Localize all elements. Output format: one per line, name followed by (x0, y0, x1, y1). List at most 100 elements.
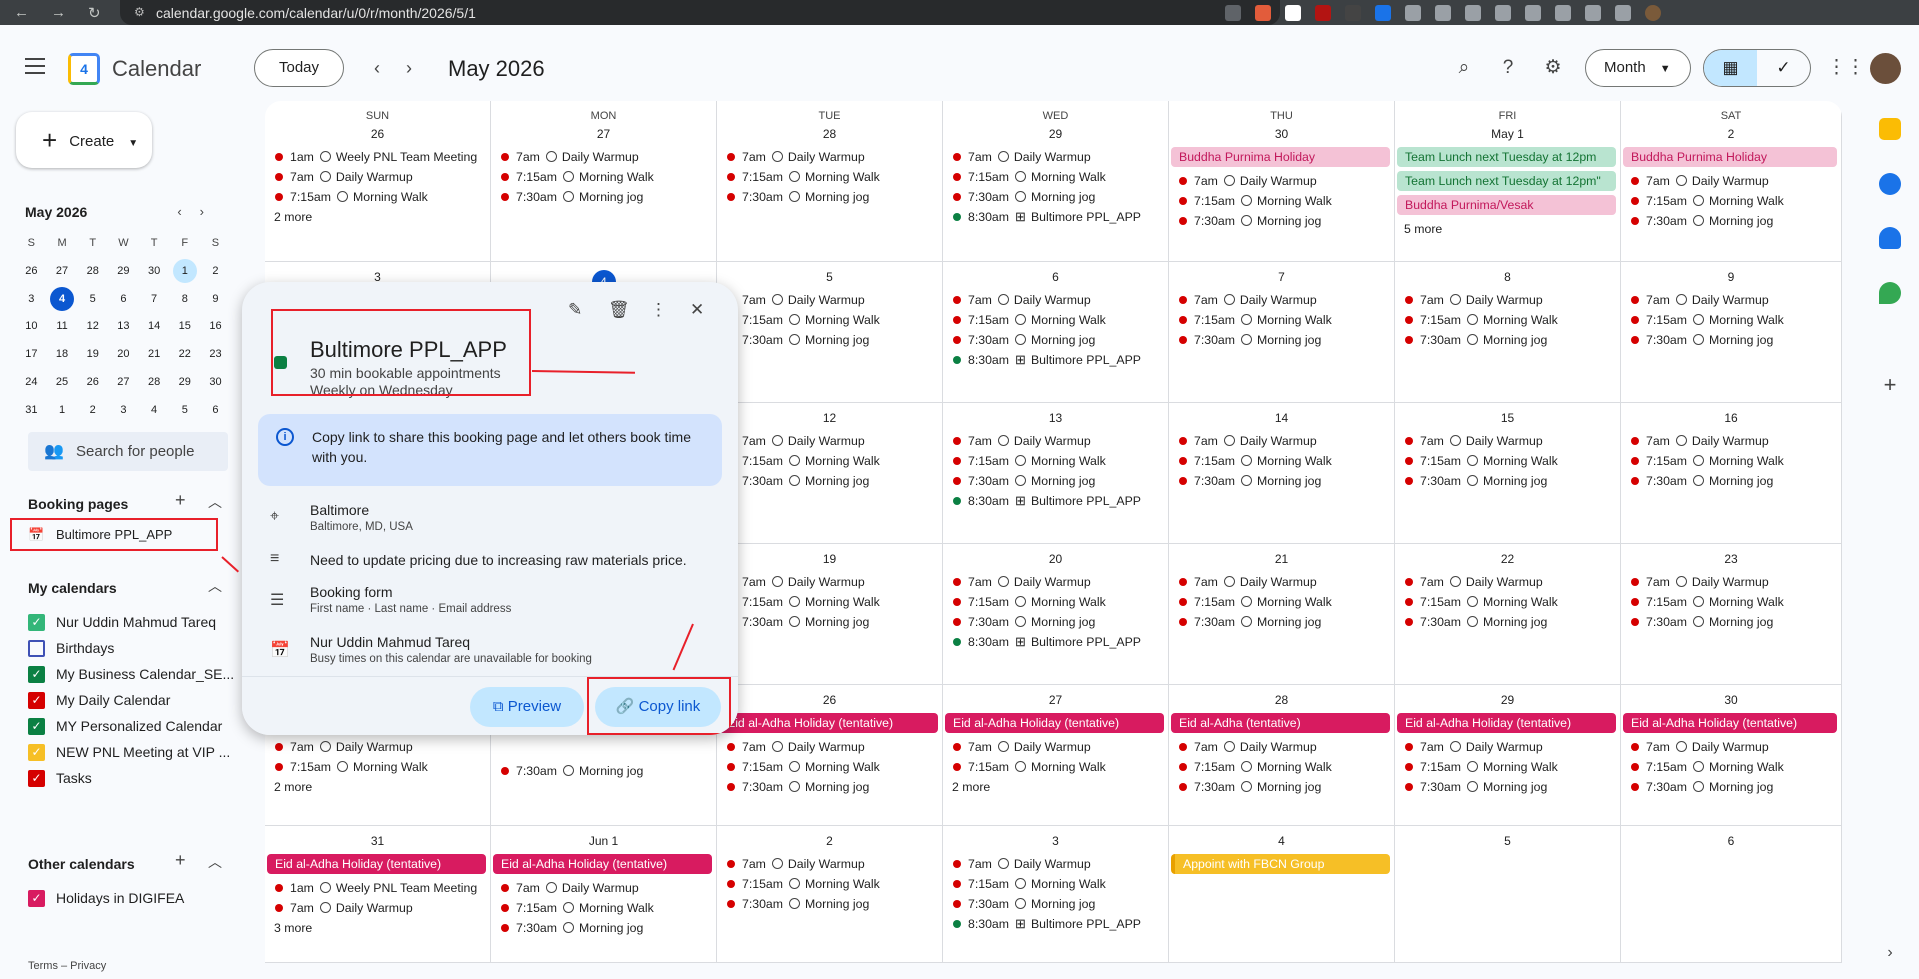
event-chip[interactable]: 7am Daily Warmup (953, 290, 1166, 310)
day-number[interactable]: 26 (717, 693, 942, 707)
event-chip[interactable]: 7am Daily Warmup (1405, 737, 1618, 757)
day-number[interactable]: 12 (717, 411, 942, 425)
calendar-view-icon[interactable]: ▦ (1704, 50, 1757, 86)
code-icon[interactable] (1555, 4, 1571, 21)
event-chip[interactable]: 7:30am Morning jog (727, 612, 940, 632)
event-chip[interactable]: 7:15am Morning Walk (727, 167, 940, 187)
all-day-event[interactable]: Buddha Purnima Holiday (1171, 147, 1390, 167)
contacts-icon[interactable] (1879, 227, 1901, 249)
event-chip[interactable]: 8:30am ⊞ Bultimore PPL_APP (953, 914, 1166, 934)
tasks-icon[interactable] (1879, 173, 1901, 195)
mini-date[interactable]: 28 (77, 258, 108, 286)
day-cell[interactable]: MON 27 7am Daily Warmup 7:15am Morning Walk 7:… (491, 101, 717, 262)
day-cell[interactable]: 26 Eid al-Adha Holiday (tentative) 7am Dail… (717, 685, 943, 826)
mini-date[interactable]: 22 (169, 341, 200, 369)
event-chip[interactable]: 7am Daily Warmup (727, 737, 940, 757)
event-chip[interactable]: 7:30am Morning jog (953, 612, 1166, 632)
event-chip[interactable]: 7:15am Morning Walk (727, 874, 940, 894)
all-day-event[interactable]: Buddha Purnima Holiday (1623, 147, 1837, 167)
event-chip[interactable]: 7:30am Morning jog (1179, 330, 1392, 350)
event-chip[interactable]: 7:30am Morning jog (953, 187, 1166, 207)
day-number[interactable]: Jun 1 (491, 834, 716, 848)
event-chip[interactable]: 7:15am Morning Walk (727, 451, 940, 471)
event-chip[interactable]: 7am Daily Warmup (1405, 572, 1618, 592)
event-chip[interactable]: 7am Daily Warmup (727, 290, 940, 310)
event-chip[interactable]: 7:15am Morning Walk (1631, 191, 1839, 211)
day-number[interactable]: 5 (717, 270, 942, 284)
search-icon[interactable]: ⌕ (1453, 57, 1475, 79)
mini-next-icon[interactable]: › (200, 204, 222, 219)
event-chip[interactable]: 7:30am Morning jog (953, 330, 1166, 350)
mini-date[interactable]: 7 (139, 286, 170, 314)
day-cell[interactable]: TUE 28 7am Daily Warmup 7:15am Morning Walk 7:… (717, 101, 943, 262)
mini-date[interactable]: 5 (169, 397, 200, 425)
event-chip[interactable]: 7am Daily Warmup (501, 147, 714, 167)
event-chip[interactable]: 7am Daily Warmup (1405, 431, 1618, 451)
event-chip[interactable]: 7:30am Morning jog (1631, 777, 1839, 797)
checkbox-icon[interactable]: ✓ (28, 889, 45, 907)
forward-icon[interactable]: → (51, 4, 66, 22)
day-cell[interactable]: 14 7am Daily Warmup 7:15am Morning Walk 7:30a… (1169, 403, 1395, 544)
mini-date[interactable]: 4 (47, 286, 78, 314)
event-chip[interactable]: 8:30am ⊞ Bultimore PPL_APP (953, 350, 1166, 370)
help-icon[interactable]: ? (1497, 57, 1519, 79)
mini-date[interactable]: 12 (77, 313, 108, 341)
mini-date[interactable]: 18 (47, 341, 78, 369)
event-chip[interactable]: 7:15am Morning Walk (953, 592, 1166, 612)
calendar-list-item[interactable]: ✓ MY Personalized Calendar (28, 713, 233, 739)
event-chip[interactable]: 7am Daily Warmup (953, 147, 1166, 167)
checkbox-icon[interactable] (28, 639, 45, 657)
day-cell[interactable]: 6 (1621, 826, 1842, 963)
mini-date[interactable]: 5 (77, 286, 108, 314)
day-cell[interactable]: 21 7am Daily Warmup 7:15am Morning Walk 7:30a… (1169, 544, 1395, 685)
extension-icon[interactable] (1345, 4, 1361, 21)
day-cell[interactable]: 23 7am Daily Warmup 7:15am Morning Walk 7:30a… (1621, 544, 1842, 685)
mini-date[interactable]: 16 (200, 313, 231, 341)
day-number[interactable]: 30 (1169, 127, 1394, 141)
event-chip[interactable]: 7:30am Morning jog (1405, 612, 1618, 632)
event-chip[interactable]: 7:30am Morning jog (501, 761, 714, 781)
event-chip[interactable]: 7:15am Morning Walk (953, 167, 1166, 187)
extension-icon[interactable] (1285, 4, 1301, 21)
location-icon[interactable] (1465, 4, 1481, 21)
day-number[interactable]: 4 (1169, 834, 1394, 848)
event-chip[interactable]: 7:30am Morning jog (727, 187, 940, 207)
day-cell[interactable]: SAT 2 Buddha Purnima Holiday 7am Daily Warmu… (1621, 101, 1842, 262)
event-chip[interactable]: 7:15am Morning Walk (501, 167, 714, 187)
checkbox-icon[interactable]: ✓ (28, 665, 45, 683)
event-chip[interactable]: 7am Daily Warmup (1179, 737, 1392, 757)
collapse-icon[interactable]: ︿ (208, 492, 222, 512)
event-chip[interactable]: 7am Daily Warmup (275, 737, 488, 757)
day-cell[interactable]: 31 Eid al-Adha Holiday (tentative) 1am Weel… (265, 826, 491, 963)
avatar[interactable] (1870, 53, 1901, 84)
event-chip[interactable]: 7:30am Morning jog (501, 187, 714, 207)
edit-icon[interactable]: ✎ (568, 300, 582, 320)
add-addon-icon[interactable]: + (1879, 374, 1901, 396)
event-chip[interactable]: 7:15am Morning Walk (953, 310, 1166, 330)
event-chip[interactable]: 7:30am Morning jog (953, 471, 1166, 491)
maps-icon[interactable] (1879, 282, 1901, 304)
all-day-event[interactable]: Eid al-Adha Holiday (tentative) (267, 854, 486, 874)
day-cell[interactable]: 20 7am Daily Warmup 7:15am Morning Walk 7:30a… (943, 544, 1169, 685)
mini-date[interactable]: 14 (139, 313, 170, 341)
event-chip[interactable]: 8:30am ⊞ Bultimore PPL_APP (953, 632, 1166, 652)
search-people-input[interactable]: 👥 Search for people (28, 432, 228, 471)
day-cell[interactable]: 22 7am Daily Warmup 7:15am Morning Walk 7:30a… (1395, 544, 1621, 685)
prev-month-icon[interactable]: ‹ (374, 58, 380, 79)
today-button[interactable]: Today (254, 49, 344, 87)
mini-date[interactable]: 2 (77, 397, 108, 425)
main-menu-icon[interactable] (25, 58, 45, 74)
mini-date[interactable]: 1 (169, 258, 200, 286)
day-number[interactable]: 29 (943, 127, 1168, 141)
event-chip[interactable]: 1am Weely PNL Team Meeting (275, 878, 488, 898)
calendar-list-item[interactable]: Birthdays (28, 635, 233, 661)
mini-date[interactable]: 20 (108, 341, 139, 369)
event-chip[interactable]: 1am Weely PNL Team Meeting (275, 147, 488, 167)
event-chip[interactable]: 7:30am Morning jog (1405, 330, 1618, 350)
calendar-list-item[interactable]: ✓ NEW PNL Meeting at VIP ... (28, 739, 233, 765)
event-chip[interactable]: 7am Daily Warmup (953, 431, 1166, 451)
day-number[interactable]: 23 (1621, 552, 1841, 566)
day-number[interactable]: 31 (265, 834, 490, 848)
event-chip[interactable]: 8:30am ⊞ Bultimore PPL_APP (953, 207, 1166, 227)
event-chip[interactable]: 7:30am Morning jog (1405, 777, 1618, 797)
